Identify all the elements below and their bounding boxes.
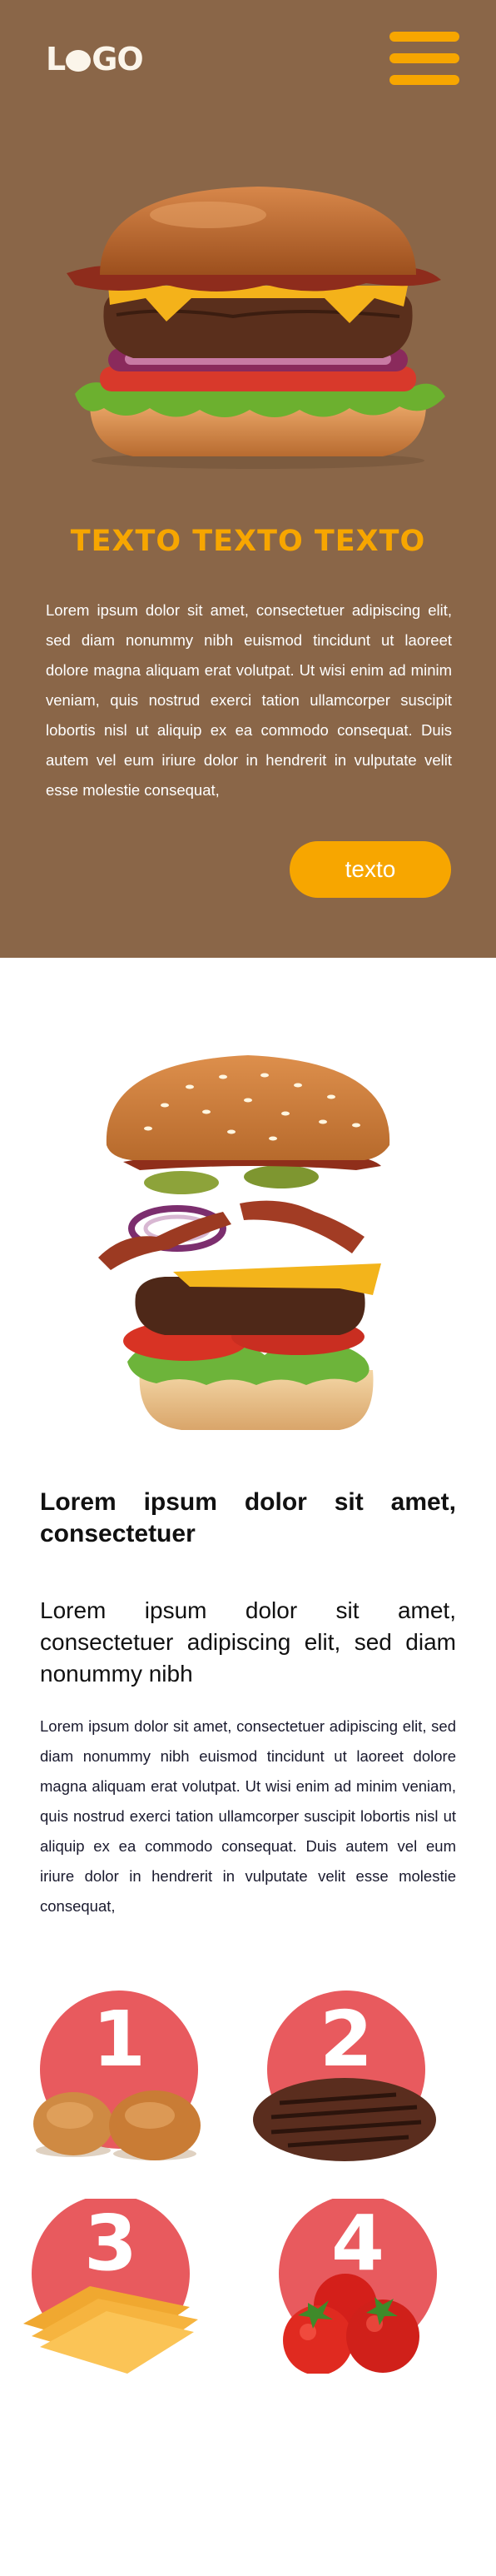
step-2: 2 <box>246 1991 438 2165</box>
hamburger-menu-icon[interactable] <box>389 32 459 87</box>
stacked-burger-image <box>98 1055 390 1430</box>
step-4: 4 <box>258 2199 449 2374</box>
logo[interactable]: L GO <box>46 43 144 75</box>
cta-button[interactable]: texto <box>290 841 451 898</box>
step-3: 3 <box>23 2199 215 2374</box>
menu-bar <box>389 32 459 42</box>
hero-paragraph: Lorem ipsum dolor sit amet, consectetuer… <box>46 601 452 799</box>
section-paragraph: Lorem ipsum dolor sit amet, consectetuer… <box>40 1717 456 1915</box>
hero-title: TEXTO TEXTO TEXTO <box>70 525 426 558</box>
menu-bar <box>389 75 459 85</box>
step-number: 3 <box>84 2199 137 2288</box>
menu-bar <box>389 53 459 63</box>
logo-o-mark <box>66 50 92 72</box>
step-number: 2 <box>320 1995 373 2084</box>
cheese-icon: 3 <box>23 2199 198 2374</box>
step-1: 1 <box>32 1991 223 2165</box>
section-heading: Lorem ipsum dolor sit amet, consectetuer <box>40 1488 456 1547</box>
patty-icon: 2 <box>253 1991 436 2161</box>
hero-burger-image <box>67 187 445 469</box>
bun-icon: 1 <box>33 1991 201 2160</box>
tomato-icon: 4 <box>279 2199 437 2374</box>
step-number: 1 <box>92 1995 146 2084</box>
section-subheading: Lorem ipsum dolor sit amet, consectetuer… <box>40 1597 456 1687</box>
hero-section: L GO TEXTO TEXTO TEXTO Lorem ipsum dolor… <box>0 0 496 958</box>
